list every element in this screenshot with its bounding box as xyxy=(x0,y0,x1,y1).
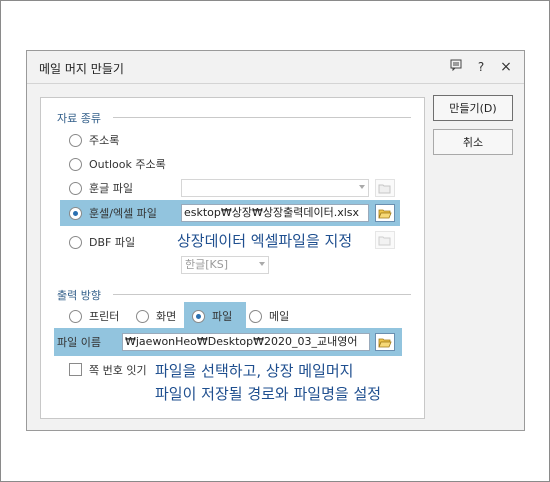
radio-address-book-label: 주소록 xyxy=(89,134,120,147)
radio-excel-file-circle[interactable] xyxy=(69,206,82,220)
folder-icon xyxy=(378,236,391,245)
dbf-folder-button[interactable] xyxy=(375,231,395,249)
hangul-folder-button[interactable] xyxy=(375,179,395,197)
radio-hangul-file[interactable]: 훈글 파일 xyxy=(69,179,133,197)
file-name-label: 파일 이름 xyxy=(57,336,101,349)
dialog-title: 메일 머지 만들기 xyxy=(39,62,124,76)
help-icon[interactable]: ? xyxy=(471,57,491,77)
close-icon[interactable]: × xyxy=(496,57,516,77)
settings-panel: 자료 종류 주소록 Outlook 주소록 훈글 파일 훈셀/엑셀 파일 esk… xyxy=(40,97,425,419)
radio-printer-circle[interactable] xyxy=(69,309,82,323)
output-divider xyxy=(113,294,411,295)
radio-file-circle[interactable] xyxy=(192,309,205,323)
radio-screen-label: 화면 xyxy=(156,310,177,323)
mail-merge-dialog: 메일 머지 만들기 ? × 자료 종류 주소록 Outlook 주소록 훈글 파… xyxy=(26,50,525,431)
open-folder-icon xyxy=(378,338,392,347)
radio-dbf-file-label: DBF 파일 xyxy=(89,236,136,249)
radio-hangul-file-circle[interactable] xyxy=(69,181,82,195)
radio-outlook-label: Outlook 주소록 xyxy=(89,158,166,171)
dialog-titlebar: 메일 머지 만들기 ? × xyxy=(27,51,524,84)
open-folder-icon xyxy=(378,209,392,218)
radio-excel-file[interactable]: 훈셀/엑셀 파일 xyxy=(69,204,157,222)
cancel-button[interactable]: 취소 xyxy=(433,129,513,155)
screenshot-frame: 메일 머지 만들기 ? × 자료 종류 주소록 Outlook 주소록 훈글 파… xyxy=(0,0,550,482)
dbf-encoding-select[interactable]: 한글[KS] xyxy=(181,256,269,274)
radio-mail-label: 메일 xyxy=(269,310,290,323)
create-button[interactable]: 만들기(D) xyxy=(433,95,513,121)
page-number-continue-label: 쪽 번호 잇기 xyxy=(89,364,147,377)
folder-icon xyxy=(378,184,391,193)
radio-address-book[interactable]: 주소록 xyxy=(69,131,119,149)
comment-icon[interactable] xyxy=(446,57,466,77)
hangul-file-combo[interactable] xyxy=(181,179,369,197)
chevron-down-icon xyxy=(259,262,265,266)
data-type-section-label: 자료 종류 xyxy=(57,112,101,125)
file-annotation-line1: 파일을 선택하고, 상장 메일머지 xyxy=(155,362,354,380)
radio-hangul-file-label: 훈글 파일 xyxy=(89,182,133,195)
radio-dbf-file-circle[interactable] xyxy=(69,235,82,249)
radio-outlook-circle[interactable] xyxy=(69,157,82,171)
radio-mail[interactable]: 메일 xyxy=(249,307,289,325)
radio-mail-circle[interactable] xyxy=(249,309,262,323)
radio-file-label: 파일 xyxy=(212,310,233,323)
radio-screen-circle[interactable] xyxy=(136,309,149,323)
radio-file[interactable]: 파일 xyxy=(192,307,232,325)
excel-annotation: 상장데이터 엑셀파일을 지정 xyxy=(177,232,353,250)
radio-printer-label: 프린터 xyxy=(89,310,120,323)
radio-dbf-file[interactable]: DBF 파일 xyxy=(69,233,135,251)
radio-address-book-circle[interactable] xyxy=(69,133,82,147)
file-name-input[interactable]: ₩jaewonHeo₩Desktop₩2020_03_교내영어 xyxy=(122,333,370,351)
file-name-folder-button[interactable] xyxy=(375,333,395,351)
excel-file-path-input[interactable]: esktop₩상장₩상장출력데이터.xlsx xyxy=(181,204,369,222)
radio-printer[interactable]: 프린터 xyxy=(69,307,119,325)
chevron-down-icon xyxy=(359,185,365,189)
radio-screen[interactable]: 화면 xyxy=(136,307,176,325)
radio-outlook[interactable]: Outlook 주소록 xyxy=(69,155,166,173)
file-annotation-line2: 파일이 저장될 경로와 파일명을 설정 xyxy=(155,385,382,403)
excel-folder-button[interactable] xyxy=(375,204,395,222)
dbf-encoding-value: 한글[KS] xyxy=(185,258,229,271)
data-type-divider xyxy=(113,117,411,118)
page-number-continue-checkbox[interactable] xyxy=(69,363,82,376)
output-section-label: 출력 방향 xyxy=(57,289,101,302)
radio-excel-file-label: 훈셀/엑셀 파일 xyxy=(89,207,157,220)
